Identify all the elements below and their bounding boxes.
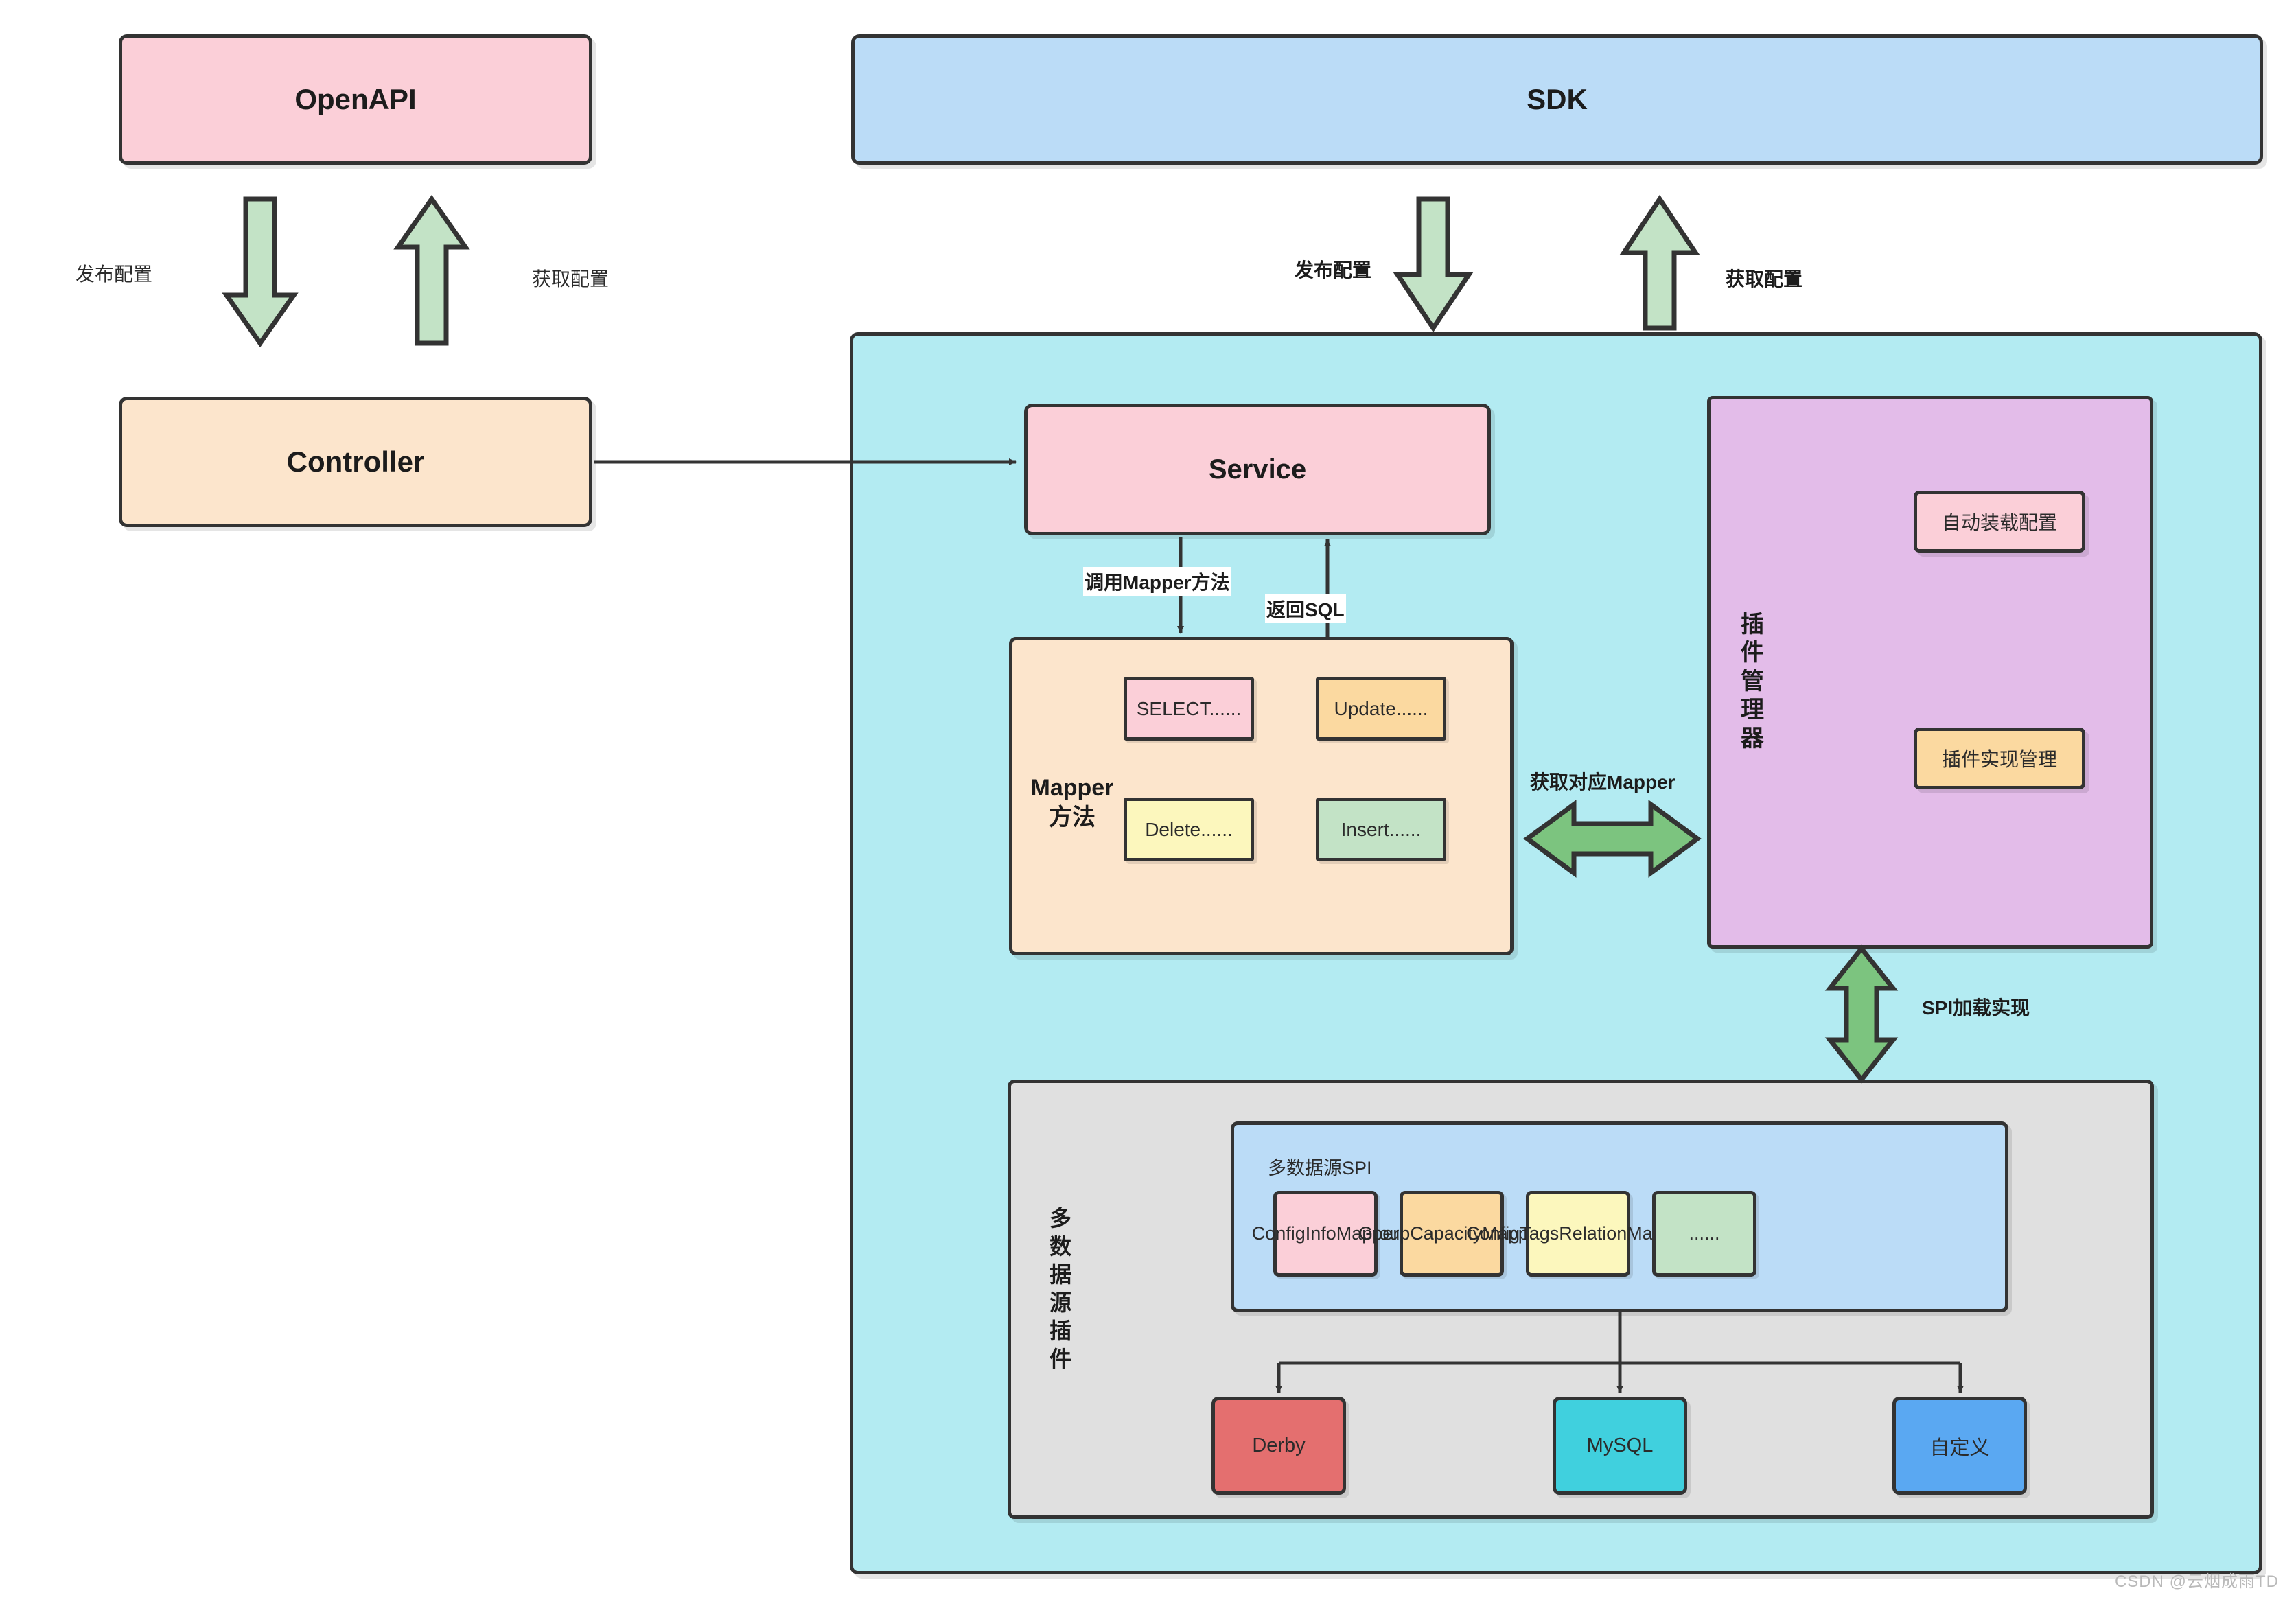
openapi-label: OpenAPI bbox=[294, 83, 417, 115]
more-mappers-box[interactable]: ...... bbox=[1652, 1191, 1756, 1277]
fetch-config-arrow-left bbox=[393, 194, 470, 346]
call-mapper-method-label: 调用Mapper方法 bbox=[1083, 567, 1231, 596]
mapper-cell-insert[interactable]: Insert...... bbox=[1316, 798, 1446, 861]
auto-load-config-label: 自动装载配置 bbox=[1941, 512, 2057, 533]
more-mappers-label: ...... bbox=[1689, 1222, 1720, 1244]
controller-box[interactable]: Controller bbox=[119, 397, 592, 527]
plugin-manager-label: 插件管理器 bbox=[1741, 612, 1764, 752]
derby-box[interactable]: Derby bbox=[1211, 1397, 1346, 1495]
spi-load-impl-label: SPI加载实现 bbox=[1922, 997, 2030, 1019]
custom-db-label: 自定义 bbox=[1929, 1437, 1990, 1459]
derby-label: Derby bbox=[1252, 1434, 1306, 1456]
mapper-cell-update[interactable]: Update...... bbox=[1316, 677, 1446, 741]
plugin-manager-box bbox=[1707, 396, 2153, 949]
sdk-label: SDK bbox=[1527, 83, 1588, 115]
mapper-label-line1: Mapper bbox=[1030, 775, 1114, 801]
return-sql-label: 返回SQL bbox=[1265, 594, 1346, 623]
mapper-cell-delete[interactable]: Delete...... bbox=[1124, 798, 1254, 861]
fetch-config-right-label: 获取配置 bbox=[1726, 268, 1803, 290]
publish-config-right-label: 发布配置 bbox=[1295, 259, 1372, 281]
mapper-cell-select[interactable]: SELECT...... bbox=[1124, 677, 1254, 741]
publish-config-arrow-right bbox=[1393, 196, 1474, 333]
diagram-canvas: OpenAPI SDK Controller Service Mapper 方法… bbox=[0, 0, 2296, 1604]
service-box[interactable]: Service bbox=[1024, 404, 1491, 535]
publish-config-left-label: 发布配置 bbox=[76, 264, 153, 285]
mysql-box[interactable]: MySQL bbox=[1553, 1397, 1687, 1495]
config-tags-relation-mapper-box[interactable]: ConfigTagsRelationMapper bbox=[1466, 1191, 1690, 1277]
service-label: Service bbox=[1208, 454, 1307, 485]
mapper-cell-update-label: Update...... bbox=[1334, 697, 1428, 719]
fetch-config-left-label: 获取配置 bbox=[532, 268, 610, 290]
mapper-label-line2: 方法 bbox=[1049, 804, 1095, 830]
custom-db-box[interactable]: 自定义 bbox=[1892, 1397, 2027, 1495]
publish-config-arrow-left bbox=[222, 196, 299, 348]
mapper-cell-select-label: SELECT...... bbox=[1136, 697, 1242, 719]
auto-load-config-box[interactable]: 自动装载配置 bbox=[1914, 491, 2085, 553]
mapper-cell-delete-label: Delete...... bbox=[1145, 818, 1233, 840]
watermark: CSDN @云烟成雨TD bbox=[2114, 1572, 2279, 1591]
mapper-methods-label: Mapper 方法 bbox=[1028, 774, 1117, 832]
plugin-impl-manage-box[interactable]: 插件实现管理 bbox=[1914, 728, 2085, 789]
get-mapper-label: 获取对应Mapper bbox=[1530, 771, 1675, 793]
mysql-label: MySQL bbox=[1586, 1434, 1654, 1456]
datasource-plugin-label: 多数据源插件 bbox=[1049, 1206, 1071, 1371]
mapper-cell-insert-label: Insert...... bbox=[1341, 818, 1422, 840]
controller-label: Controller bbox=[286, 445, 425, 478]
sdk-box[interactable]: SDK bbox=[851, 34, 2263, 165]
plugin-impl-manage-label: 插件实现管理 bbox=[1941, 749, 2057, 770]
openapi-box[interactable]: OpenAPI bbox=[119, 34, 592, 165]
datasource-spi-label: 多数据源SPI bbox=[1268, 1158, 1372, 1178]
fetch-config-arrow-right bbox=[1619, 194, 1700, 331]
